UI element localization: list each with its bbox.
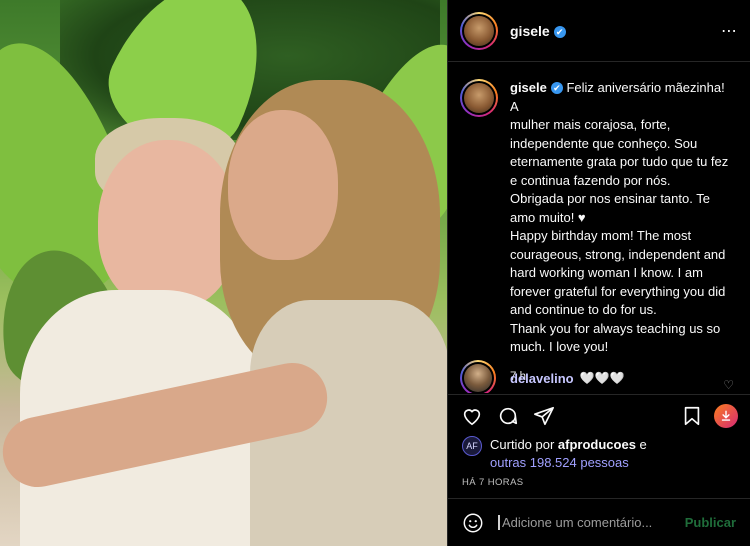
emoji-icon[interactable]	[462, 512, 484, 534]
caption-line: Obrigada por nos ensinar tanto. Te	[510, 191, 710, 206]
likes-summary: AF Curtido por afproducoes e outras 198.…	[462, 436, 738, 472]
post-photo[interactable]	[0, 0, 447, 546]
author-avatar[interactable]	[460, 11, 498, 50]
comment-text: 🤍🤍🤍	[579, 371, 625, 385]
verified-icon: ✔	[550, 82, 563, 94]
add-comment-bar: Adicione um comentário... Publicar	[448, 498, 750, 546]
commenter-username[interactable]: delavelino	[510, 371, 574, 386]
comment-like-icon[interactable]: ♡	[723, 378, 734, 392]
bookmark-icon[interactable]	[680, 404, 704, 428]
author-username[interactable]: gisele ✔	[510, 23, 566, 39]
caption-line: hard working woman I know. I am	[510, 265, 703, 280]
photo-face	[98, 140, 238, 310]
caption-line: forever grateful for everything you did	[510, 283, 726, 299]
caption: gisele ✔ Feliz aniversário mãezinha! A mu…	[460, 79, 734, 357]
caption-line: much. I love you!	[510, 339, 609, 354]
likes-mid: e	[635, 437, 647, 452]
photo-face	[228, 110, 338, 260]
post-header: gisele ✔ ⋯	[448, 0, 750, 62]
caption-line: amo muito! ♥	[510, 209, 586, 225]
caption-line: e continua fazendo por nós.	[510, 172, 671, 188]
comment-input[interactable]: Adicione um comentário...	[498, 515, 677, 530]
comments-area: gisele ✔ Feliz aniversário mãezinha! A mu…	[448, 63, 750, 393]
caption-line: Thank you for always teaching us so	[510, 320, 721, 336]
commenter-avatar[interactable]	[460, 360, 496, 393]
post-side-panel: gisele ✔ ⋯ gisele ✔ Feliz aniversário mãez…	[447, 0, 750, 546]
heart-icon[interactable]	[460, 404, 484, 428]
caption-line: mulher mais corajosa, forte,	[510, 117, 671, 132]
caption-line: independente que conheço. Sou	[510, 135, 698, 151]
more-options-icon[interactable]: ⋯	[721, 21, 738, 41]
caption-text: gisele ✔ Feliz aniversário mãezinha! A mu…	[510, 79, 734, 357]
caption-avatar[interactable]	[460, 79, 498, 117]
action-bar	[448, 394, 750, 436]
caption-line: courageous, strong, independent and	[510, 246, 726, 262]
publish-button[interactable]: Publicar	[685, 515, 736, 530]
caption-line: and continue to do for us.	[510, 302, 657, 317]
caption-line: Happy birthday mom! The most	[510, 228, 692, 243]
likes-text: Curtido por afproducoes e outras 198.524…	[490, 436, 647, 472]
likes-others-link[interactable]: outras 198.524 pessoas	[490, 455, 629, 470]
caption-line: eternamente grata por tudo que tu fez	[510, 154, 729, 169]
caption-username[interactable]: gisele ✔	[510, 80, 563, 95]
liker-avatar[interactable]: AF	[462, 436, 482, 456]
verified-icon: ✔	[553, 25, 566, 38]
comment-icon[interactable]	[496, 404, 520, 428]
likes-prefix: Curtido por	[490, 437, 558, 452]
liker-username[interactable]: afproducoes	[558, 437, 636, 452]
share-icon[interactable]	[532, 404, 556, 428]
comment-item: delavelino 🤍🤍🤍 ♡	[460, 360, 734, 393]
post-timestamp[interactable]: HÁ 7 HORAS	[462, 477, 524, 488]
download-icon[interactable]	[714, 403, 738, 428]
